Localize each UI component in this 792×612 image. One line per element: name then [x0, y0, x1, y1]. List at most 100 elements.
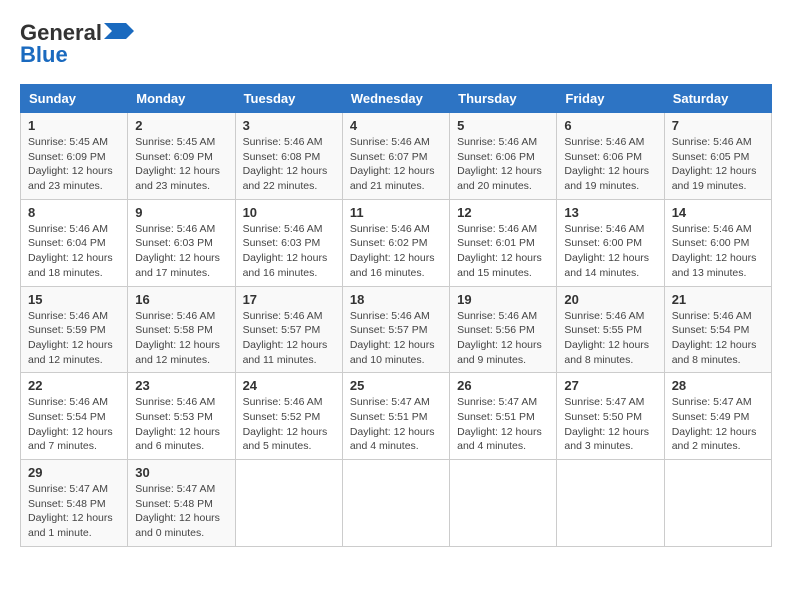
day-info: Sunrise: 5:47 AM Sunset: 5:49 PM Dayligh… [672, 395, 764, 454]
day-number: 28 [672, 378, 764, 393]
calendar-cell: 10 Sunrise: 5:46 AM Sunset: 6:03 PM Dayl… [235, 199, 342, 286]
calendar-cell [450, 460, 557, 547]
logo-icon [104, 23, 134, 39]
weekday-header: Friday [557, 85, 664, 113]
logo: General Blue [20, 20, 134, 68]
weekday-header: Wednesday [342, 85, 449, 113]
day-info: Sunrise: 5:46 AM Sunset: 5:54 PM Dayligh… [672, 309, 764, 368]
day-number: 25 [350, 378, 442, 393]
weekday-header: Monday [128, 85, 235, 113]
calendar-cell: 4 Sunrise: 5:46 AM Sunset: 6:07 PM Dayli… [342, 113, 449, 200]
day-info: Sunrise: 5:46 AM Sunset: 6:00 PM Dayligh… [672, 222, 764, 281]
calendar-cell [557, 460, 664, 547]
day-number: 11 [350, 205, 442, 220]
day-number: 13 [564, 205, 656, 220]
day-number: 18 [350, 292, 442, 307]
day-info: Sunrise: 5:46 AM Sunset: 6:08 PM Dayligh… [243, 135, 335, 194]
calendar-cell: 20 Sunrise: 5:46 AM Sunset: 5:55 PM Dayl… [557, 286, 664, 373]
day-number: 9 [135, 205, 227, 220]
day-info: Sunrise: 5:46 AM Sunset: 6:06 PM Dayligh… [457, 135, 549, 194]
calendar-cell: 23 Sunrise: 5:46 AM Sunset: 5:53 PM Dayl… [128, 373, 235, 460]
calendar-cell: 29 Sunrise: 5:47 AM Sunset: 5:48 PM Dayl… [21, 460, 128, 547]
weekday-header: Tuesday [235, 85, 342, 113]
calendar-cell: 16 Sunrise: 5:46 AM Sunset: 5:58 PM Dayl… [128, 286, 235, 373]
day-info: Sunrise: 5:46 AM Sunset: 5:52 PM Dayligh… [243, 395, 335, 454]
day-number: 27 [564, 378, 656, 393]
day-number: 16 [135, 292, 227, 307]
day-number: 20 [564, 292, 656, 307]
day-info: Sunrise: 5:46 AM Sunset: 6:03 PM Dayligh… [135, 222, 227, 281]
day-number: 6 [564, 118, 656, 133]
calendar-cell: 3 Sunrise: 5:46 AM Sunset: 6:08 PM Dayli… [235, 113, 342, 200]
calendar-cell: 7 Sunrise: 5:46 AM Sunset: 6:05 PM Dayli… [664, 113, 771, 200]
day-info: Sunrise: 5:45 AM Sunset: 6:09 PM Dayligh… [135, 135, 227, 194]
day-info: Sunrise: 5:46 AM Sunset: 6:04 PM Dayligh… [28, 222, 120, 281]
weekday-header: Sunday [21, 85, 128, 113]
calendar-cell: 30 Sunrise: 5:47 AM Sunset: 5:48 PM Dayl… [128, 460, 235, 547]
calendar-cell: 27 Sunrise: 5:47 AM Sunset: 5:50 PM Dayl… [557, 373, 664, 460]
page-header: General Blue [20, 20, 772, 68]
calendar-cell: 9 Sunrise: 5:46 AM Sunset: 6:03 PM Dayli… [128, 199, 235, 286]
day-info: Sunrise: 5:46 AM Sunset: 6:06 PM Dayligh… [564, 135, 656, 194]
calendar-cell [235, 460, 342, 547]
weekday-header: Thursday [450, 85, 557, 113]
day-number: 7 [672, 118, 764, 133]
day-number: 15 [28, 292, 120, 307]
calendar-cell: 18 Sunrise: 5:46 AM Sunset: 5:57 PM Dayl… [342, 286, 449, 373]
day-number: 14 [672, 205, 764, 220]
calendar-cell: 24 Sunrise: 5:46 AM Sunset: 5:52 PM Dayl… [235, 373, 342, 460]
day-info: Sunrise: 5:46 AM Sunset: 5:56 PM Dayligh… [457, 309, 549, 368]
calendar-cell: 17 Sunrise: 5:46 AM Sunset: 5:57 PM Dayl… [235, 286, 342, 373]
day-number: 19 [457, 292, 549, 307]
calendar-cell [664, 460, 771, 547]
calendar-cell: 1 Sunrise: 5:45 AM Sunset: 6:09 PM Dayli… [21, 113, 128, 200]
day-number: 3 [243, 118, 335, 133]
logo-blue: Blue [20, 42, 68, 68]
day-info: Sunrise: 5:46 AM Sunset: 6:01 PM Dayligh… [457, 222, 549, 281]
day-info: Sunrise: 5:46 AM Sunset: 5:58 PM Dayligh… [135, 309, 227, 368]
day-number: 30 [135, 465, 227, 480]
calendar-cell: 14 Sunrise: 5:46 AM Sunset: 6:00 PM Dayl… [664, 199, 771, 286]
day-info: Sunrise: 5:46 AM Sunset: 5:59 PM Dayligh… [28, 309, 120, 368]
calendar-cell: 12 Sunrise: 5:46 AM Sunset: 6:01 PM Dayl… [450, 199, 557, 286]
calendar-cell: 28 Sunrise: 5:47 AM Sunset: 5:49 PM Dayl… [664, 373, 771, 460]
day-number: 23 [135, 378, 227, 393]
day-number: 5 [457, 118, 549, 133]
calendar-cell: 6 Sunrise: 5:46 AM Sunset: 6:06 PM Dayli… [557, 113, 664, 200]
day-info: Sunrise: 5:47 AM Sunset: 5:50 PM Dayligh… [564, 395, 656, 454]
day-number: 26 [457, 378, 549, 393]
calendar-cell: 11 Sunrise: 5:46 AM Sunset: 6:02 PM Dayl… [342, 199, 449, 286]
day-info: Sunrise: 5:47 AM Sunset: 5:48 PM Dayligh… [28, 482, 120, 541]
calendar-cell: 2 Sunrise: 5:45 AM Sunset: 6:09 PM Dayli… [128, 113, 235, 200]
day-info: Sunrise: 5:47 AM Sunset: 5:51 PM Dayligh… [457, 395, 549, 454]
day-number: 8 [28, 205, 120, 220]
calendar-table: SundayMondayTuesdayWednesdayThursdayFrid… [20, 84, 772, 547]
calendar-cell [342, 460, 449, 547]
calendar-cell: 25 Sunrise: 5:47 AM Sunset: 5:51 PM Dayl… [342, 373, 449, 460]
day-info: Sunrise: 5:47 AM Sunset: 5:48 PM Dayligh… [135, 482, 227, 541]
calendar-cell: 26 Sunrise: 5:47 AM Sunset: 5:51 PM Dayl… [450, 373, 557, 460]
day-number: 2 [135, 118, 227, 133]
day-number: 10 [243, 205, 335, 220]
calendar-cell: 5 Sunrise: 5:46 AM Sunset: 6:06 PM Dayli… [450, 113, 557, 200]
calendar-cell: 13 Sunrise: 5:46 AM Sunset: 6:00 PM Dayl… [557, 199, 664, 286]
calendar-cell: 15 Sunrise: 5:46 AM Sunset: 5:59 PM Dayl… [21, 286, 128, 373]
day-number: 1 [28, 118, 120, 133]
day-info: Sunrise: 5:45 AM Sunset: 6:09 PM Dayligh… [28, 135, 120, 194]
day-number: 22 [28, 378, 120, 393]
calendar-cell: 21 Sunrise: 5:46 AM Sunset: 5:54 PM Dayl… [664, 286, 771, 373]
day-number: 29 [28, 465, 120, 480]
day-info: Sunrise: 5:46 AM Sunset: 6:05 PM Dayligh… [672, 135, 764, 194]
weekday-header: Saturday [664, 85, 771, 113]
day-info: Sunrise: 5:46 AM Sunset: 5:55 PM Dayligh… [564, 309, 656, 368]
day-number: 21 [672, 292, 764, 307]
calendar-cell: 8 Sunrise: 5:46 AM Sunset: 6:04 PM Dayli… [21, 199, 128, 286]
day-number: 4 [350, 118, 442, 133]
day-number: 12 [457, 205, 549, 220]
day-info: Sunrise: 5:46 AM Sunset: 6:03 PM Dayligh… [243, 222, 335, 281]
day-info: Sunrise: 5:46 AM Sunset: 5:54 PM Dayligh… [28, 395, 120, 454]
day-info: Sunrise: 5:46 AM Sunset: 6:07 PM Dayligh… [350, 135, 442, 194]
day-info: Sunrise: 5:47 AM Sunset: 5:51 PM Dayligh… [350, 395, 442, 454]
calendar-cell: 22 Sunrise: 5:46 AM Sunset: 5:54 PM Dayl… [21, 373, 128, 460]
day-info: Sunrise: 5:46 AM Sunset: 5:57 PM Dayligh… [243, 309, 335, 368]
